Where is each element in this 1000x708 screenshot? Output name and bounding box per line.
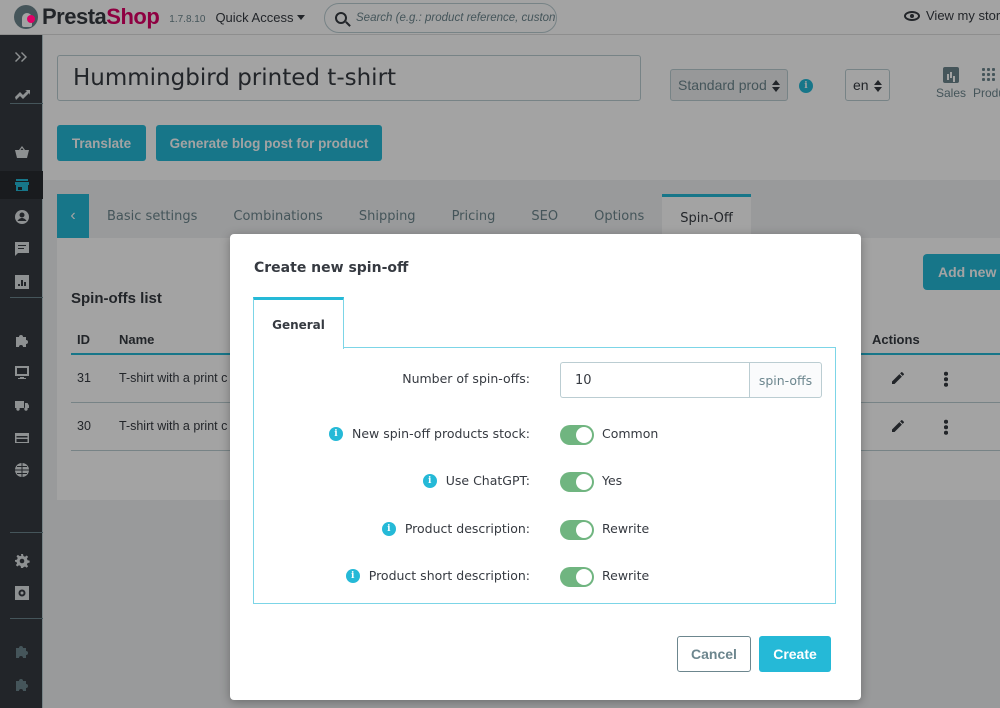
stock-toggle-value: Common — [602, 426, 659, 441]
cancel-button[interactable]: Cancel — [677, 636, 751, 672]
chatgpt-row: i Use ChatGPT: Yes — [254, 464, 835, 500]
description-toggle[interactable] — [560, 520, 594, 540]
chatgpt-label: Use ChatGPT: — [445, 473, 530, 488]
create-spin-off-modal: Create new spin-off General Number of sp… — [230, 234, 861, 700]
stock-toggle[interactable] — [560, 425, 594, 445]
number-of-spin-offs-label: Number of spin-offs: — [402, 371, 530, 386]
description-row: i Product description: Rewrite — [254, 512, 835, 548]
stock-label: New spin-off products stock: — [351, 426, 530, 441]
description-toggle-value: Rewrite — [602, 521, 650, 536]
short-description-label: Product short description: — [368, 568, 530, 583]
stock-row: i New spin-off products stock: Common — [254, 417, 835, 453]
info-icon[interactable]: i — [422, 473, 437, 488]
description-label: Product description: — [404, 521, 530, 536]
create-button[interactable]: Create — [759, 636, 831, 672]
info-icon[interactable]: i — [345, 568, 360, 583]
chatgpt-toggle[interactable] — [560, 472, 594, 492]
spin-offs-addon: spin-offs — [749, 362, 822, 398]
info-icon[interactable]: i — [381, 521, 396, 536]
number-of-spin-offs-input[interactable] — [560, 362, 750, 398]
number-of-spin-offs-row: Number of spin-offs: spin-offs — [254, 362, 835, 398]
chatgpt-toggle-value: Yes — [602, 473, 623, 488]
modal-title: Create new spin-off — [254, 260, 409, 276]
general-tab-content: Number of spin-offs: spin-offs i New spin… — [253, 347, 836, 604]
tab-general[interactable]: General — [253, 297, 344, 349]
info-icon[interactable]: i — [328, 426, 343, 441]
short-description-row: i Product short description: Rewrite — [254, 559, 835, 595]
short-description-toggle[interactable] — [560, 567, 594, 587]
short-description-toggle-value: Rewrite — [602, 568, 650, 583]
